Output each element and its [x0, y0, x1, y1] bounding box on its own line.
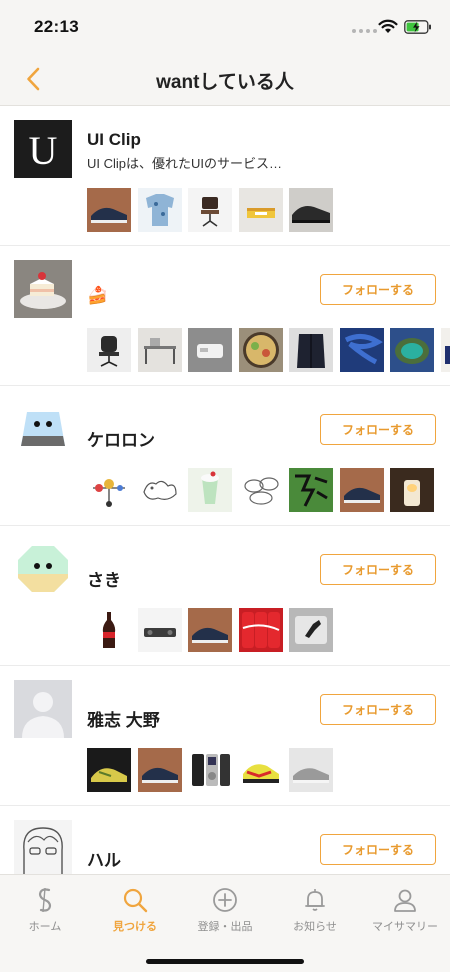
- tab-discover[interactable]: 見つける: [90, 885, 180, 937]
- user-row[interactable]: U UI Clip UI Clipは、優れたUIのサービス…: [0, 106, 450, 246]
- item-thumbnail[interactable]: [289, 748, 333, 792]
- tab-my-summary[interactable]: マイサマリー: [360, 885, 450, 937]
- item-thumbnail[interactable]: [238, 468, 283, 512]
- want-item-thumbnails: [87, 188, 333, 232]
- blue-frog-avatar: [14, 400, 72, 458]
- item-thumbnail[interactable]: [289, 328, 333, 372]
- tab-home[interactable]: ホーム: [0, 885, 90, 937]
- item-thumbnail[interactable]: [137, 608, 182, 652]
- item-thumbnail[interactable]: [238, 748, 283, 792]
- tab-bar: ホーム 見つける 登録・出品 お知らせ マイサマリー: [0, 874, 450, 972]
- item-thumbnail[interactable]: [137, 748, 182, 792]
- person-icon: [394, 889, 416, 912]
- item-thumbnail[interactable]: [188, 328, 232, 372]
- item-thumbnail[interactable]: [87, 188, 131, 232]
- user-name[interactable]: さき: [87, 566, 121, 591]
- avatar[interactable]: [14, 260, 72, 318]
- shortcake-photo: [14, 260, 72, 318]
- cellular-signal-icon: [352, 29, 377, 33]
- avatar[interactable]: [14, 540, 72, 598]
- item-thumbnail[interactable]: [87, 468, 131, 512]
- search-icon: [123, 888, 148, 913]
- item-thumbnail[interactable]: [238, 608, 283, 652]
- bell-icon: [305, 889, 325, 911]
- item-thumbnail[interactable]: [188, 748, 232, 792]
- item-thumbnail[interactable]: [87, 748, 131, 792]
- status-bar: 22:13: [0, 0, 450, 52]
- home-indicator: [146, 959, 304, 964]
- follow-button[interactable]: フォローする: [320, 274, 436, 305]
- item-thumbnail[interactable]: [137, 188, 182, 232]
- user-name[interactable]: ハル: [87, 846, 121, 871]
- item-thumbnail[interactable]: [87, 608, 131, 652]
- svg-text:U: U: [29, 128, 58, 173]
- tab-register-sell[interactable]: 登録・出品: [180, 885, 270, 937]
- item-thumbnail[interactable]: [188, 188, 232, 232]
- tab-label: お知らせ: [293, 921, 337, 933]
- tab-label: ホーム: [28, 921, 62, 933]
- item-thumbnail[interactable]: [238, 188, 283, 232]
- item-thumbnail[interactable]: [137, 468, 182, 512]
- user-row[interactable]: ハル フォローする: [0, 806, 450, 874]
- follow-button[interactable]: フォローする: [320, 414, 436, 445]
- tab-notifications[interactable]: お知らせ: [270, 885, 360, 937]
- tab-label: 見つける: [113, 921, 157, 933]
- want-item-thumbnails: [87, 748, 333, 792]
- follow-button[interactable]: フォローする: [320, 834, 436, 865]
- want-item-thumbnails: [87, 608, 333, 652]
- item-thumbnail[interactable]: [289, 468, 333, 512]
- navigation-bar: wantしている人: [0, 52, 450, 106]
- item-thumbnail[interactable]: [390, 468, 434, 512]
- wifi-icon: [378, 19, 398, 33]
- item-thumbnail[interactable]: [440, 328, 450, 372]
- letter-u-avatar: U: [14, 120, 72, 178]
- user-list[interactable]: U UI Clip UI Clipは、優れたUIのサービス… 🍰 フォローする …: [0, 106, 450, 874]
- item-thumbnail[interactable]: [137, 328, 182, 372]
- user-row[interactable]: さき フォローする: [0, 526, 450, 666]
- avatar[interactable]: [14, 680, 72, 738]
- follow-button[interactable]: フォローする: [320, 554, 436, 585]
- battery-charging-icon: [404, 20, 431, 34]
- user-row[interactable]: 雅志 大野 フォローする: [0, 666, 450, 806]
- status-time: 22:13: [34, 17, 79, 36]
- item-thumbnail[interactable]: [87, 328, 131, 372]
- item-thumbnail[interactable]: [339, 468, 384, 512]
- user-row[interactable]: ケロロン フォローする: [0, 386, 450, 526]
- item-thumbnail[interactable]: [188, 608, 232, 652]
- avatar[interactable]: [14, 400, 72, 458]
- user-name[interactable]: 🍰: [87, 286, 108, 306]
- item-thumbnail[interactable]: [390, 328, 434, 372]
- item-thumbnail[interactable]: [188, 468, 232, 512]
- user-name[interactable]: ケロロン: [87, 426, 155, 451]
- follow-button[interactable]: フォローする: [320, 694, 436, 725]
- home-s-logo-icon: [38, 887, 52, 913]
- default-person-avatar: [14, 680, 72, 738]
- item-thumbnail[interactable]: [339, 328, 384, 372]
- user-bio: UI Clipは、優れたUIのサービス…: [87, 156, 283, 171]
- avatar[interactable]: U: [14, 120, 72, 178]
- plus-circle-icon: [213, 888, 237, 912]
- want-item-thumbnails: [87, 328, 450, 372]
- tab-label: 登録・出品: [197, 921, 253, 933]
- tab-label: マイサマリー: [372, 921, 438, 933]
- item-thumbnail[interactable]: [289, 608, 333, 652]
- want-item-thumbnails: [87, 468, 434, 512]
- user-name[interactable]: UI Clip: [87, 130, 141, 150]
- user-row[interactable]: 🍰 フォローする: [0, 246, 450, 386]
- item-thumbnail[interactable]: [238, 328, 283, 372]
- page-title: wantしている人: [156, 72, 294, 93]
- user-name[interactable]: 雅志 大野: [87, 706, 160, 731]
- avatar[interactable]: [14, 820, 72, 874]
- anime-sketch-avatar: [14, 820, 72, 874]
- item-thumbnail[interactable]: [289, 188, 333, 232]
- green-frog-avatar: [14, 540, 72, 598]
